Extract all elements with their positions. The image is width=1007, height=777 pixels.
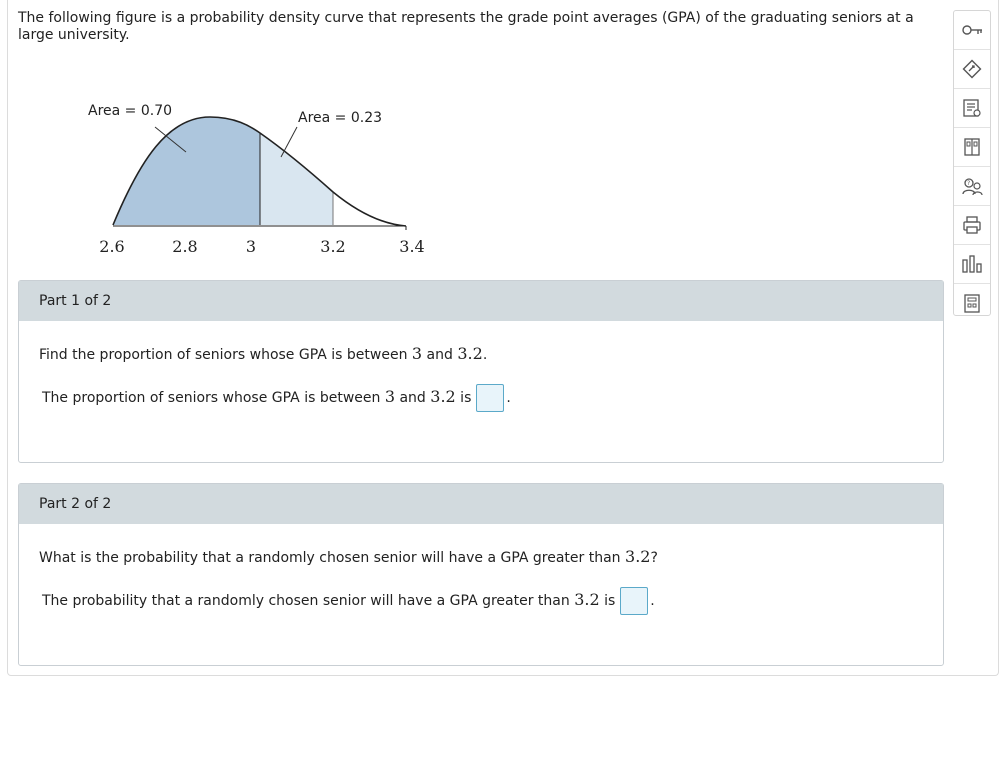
part-2-panel: Part 2 of 2	[18, 483, 944, 666]
pencil-diamond-icon	[962, 59, 982, 79]
shaded-area-0.70	[113, 117, 260, 225]
calculator-button[interactable]	[954, 284, 990, 322]
key-button[interactable]	[954, 11, 990, 50]
part-2-answer-row: The probability that a randomly chosen s…	[42, 587, 655, 615]
pointer-right	[280, 126, 298, 158]
sketch-button[interactable]	[954, 50, 990, 89]
ask-help-button[interactable]: ?	[954, 167, 990, 206]
textbook-icon	[964, 138, 980, 156]
part-2-header: Part 2 of 2	[19, 484, 943, 524]
help-people-icon: ?	[962, 178, 983, 196]
tick-label: 3.2	[320, 237, 345, 256]
part-1-question: Find the proportion of seniors whose GPA…	[39, 344, 488, 363]
area-label-left: Area = 0.70	[88, 103, 172, 119]
density-figure: Area = 0.70 Area = 0.23 2.6 2.8 3 3.2 3.…	[88, 103, 425, 256]
tick-label: 3	[246, 237, 256, 256]
print-icon	[963, 216, 981, 234]
bar-chart-icon	[962, 255, 982, 273]
part-2-question: What is the probability that a randomly …	[39, 547, 658, 566]
part-1-header: Part 1 of 2	[19, 281, 943, 321]
textbook-button[interactable]	[954, 128, 990, 167]
part-1-answer-row: The proportion of seniors whose GPA is b…	[42, 384, 511, 412]
part-1-panel: Part 1 of 2	[18, 280, 944, 463]
part-2-answer-input[interactable]	[620, 587, 649, 615]
print-button[interactable]	[954, 206, 990, 245]
tick-label: 2.8	[172, 237, 197, 256]
area-label-right: Area = 0.23	[298, 110, 382, 126]
checklist-button[interactable]	[954, 89, 990, 128]
tick-label: 3.4	[399, 237, 424, 256]
checklist-icon	[963, 99, 981, 117]
tools-toolbar: ?	[953, 10, 991, 316]
key-icon	[962, 25, 982, 35]
tick-label: 2.6	[99, 237, 124, 256]
svg-text:?: ?	[967, 180, 970, 187]
part-1-answer-input[interactable]	[476, 384, 505, 412]
statistics-button[interactable]	[954, 245, 990, 284]
calculator-icon	[964, 294, 980, 313]
shaded-area-0.23	[260, 133, 333, 225]
